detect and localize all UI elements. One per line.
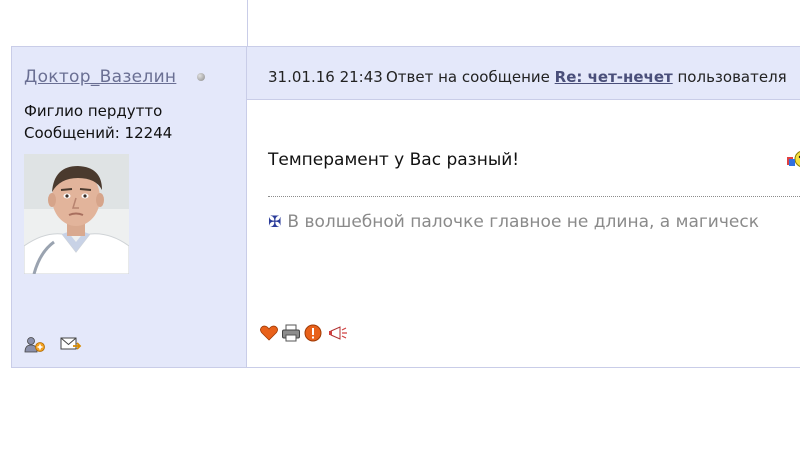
signature-divider <box>268 196 800 197</box>
signature-text: В волшебной палочке главное не длина, а … <box>287 212 759 232</box>
warning-icon[interactable] <box>303 323 323 347</box>
add-user-icon[interactable] <box>24 335 46 357</box>
author-name-link[interactable]: Доктор_Вазелин <box>24 67 176 87</box>
avatar[interactable] <box>24 154 129 274</box>
printer-icon[interactable] <box>281 323 301 347</box>
post-message: Темперамент у Вас разный! <box>268 150 520 170</box>
envelope-icon[interactable] <box>60 335 82 357</box>
christmas-tree-smiley-icon <box>787 115 800 173</box>
status-dot-icon <box>197 73 205 81</box>
signature: ✠ В волшебной палочке главное не длина, а… <box>268 212 759 232</box>
cross-icon: ✠ <box>268 212 282 231</box>
post-header: 31.01.16 21:43 Ответ на сообщение Re: че… <box>247 47 800 100</box>
author-post-count: Сообщений: 12244 <box>24 124 173 142</box>
reply-info: Ответ на сообщение Re: чет-нечет пользов… <box>386 68 787 86</box>
author-title: Фиглио пердутто <box>24 102 163 120</box>
reply-prefix: Ответ на сообщение <box>386 68 550 86</box>
forum-page: Доктор_Вазелин Фиглио пердутто Сообщений… <box>0 0 800 464</box>
author-actions <box>24 335 82 357</box>
previous-post-sidebar-stub <box>11 0 248 46</box>
reply-suffix: пользователя <box>677 68 787 86</box>
post-content: 31.01.16 21:43 Ответ на сообщение Re: че… <box>247 47 800 367</box>
author-panel: Доктор_Вазелин Фиглио пердутто Сообщений… <box>11 47 247 367</box>
heart-icon[interactable] <box>259 323 279 347</box>
forum-post: Доктор_Вазелин Фиглио пердутто Сообщений… <box>11 46 800 368</box>
post-actions <box>259 323 351 347</box>
post-date: 31.01.16 21:43 <box>268 68 383 86</box>
megaphone-icon[interactable] <box>325 323 351 347</box>
topic-link[interactable]: Re: чет-нечет <box>555 68 673 86</box>
